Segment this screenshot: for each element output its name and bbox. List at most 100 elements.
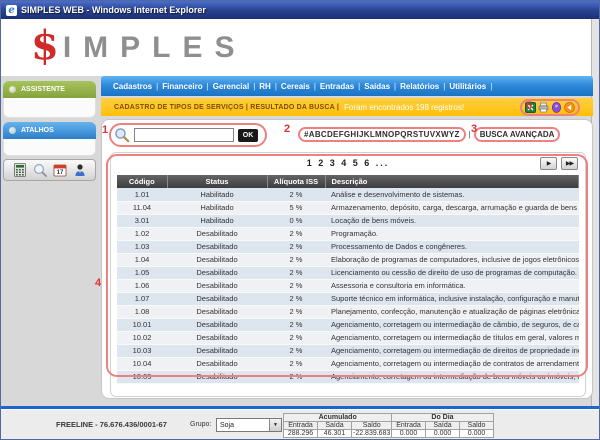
header-status[interactable]: Status: [167, 175, 267, 188]
table-row[interactable]: 10.05Desabilitado2 %Agenciamento, corret…: [117, 370, 579, 383]
calculator-icon[interactable]: [13, 163, 27, 177]
breadcrumb: CADASTRO DE TIPOS DE SERVIÇOS | RESULTAD…: [114, 104, 339, 111]
cell-aliquota: 2 %: [267, 188, 325, 201]
table-row[interactable]: 10.04Desabilitado2 %Agenciamento, corret…: [117, 357, 579, 370]
cell-codigo: 1.05: [117, 266, 167, 279]
cell-status: Habilitado: [167, 188, 267, 201]
cell-status: Desabilitado: [167, 331, 267, 344]
logo-area: $ IMPLES: [1, 19, 593, 76]
cell-descricao: Agenciamento, corretagem ou intermediaçã…: [325, 357, 579, 370]
menu-item-financeiro[interactable]: Financeiro: [162, 82, 202, 91]
sidebar-item-assistente[interactable]: ASSISTENTE: [3, 81, 96, 98]
menu-item-relatórios[interactable]: Relatórios: [400, 82, 439, 91]
menu-separator: |: [394, 82, 396, 91]
cell-aliquota: 2 %: [267, 240, 325, 253]
cell-codigo: 10.04: [117, 357, 167, 370]
bullet-icon: [9, 86, 16, 93]
cell-aliquota: 2 %: [267, 305, 325, 318]
grupo-label: Grupo:: [190, 421, 211, 428]
cell-status: Desabilitado: [167, 227, 267, 240]
alphabet-filter-links[interactable]: #ABCDEFGHIJKLMNOPQRSTUVXWYZ: [298, 127, 466, 142]
cell-status: Desabilitado: [167, 253, 267, 266]
do-dia-header-saida: Saída: [426, 422, 460, 430]
table-row[interactable]: 1.08Desabilitado2 %Planejamento, confecç…: [117, 305, 579, 318]
table-row[interactable]: 10.02Desabilitado2 %Agenciamento, corret…: [117, 331, 579, 344]
browser-window: e SIMPLES WEB - Windows Internet Explore…: [0, 0, 600, 440]
print-icon[interactable]: [538, 102, 549, 113]
cell-descricao: Análise e desenvolvimento de sistemas.: [325, 188, 579, 201]
next-page-button[interactable]: ▶: [540, 157, 557, 170]
advanced-search-link[interactable]: BUSCA AVANÇADA: [474, 127, 561, 142]
cell-descricao: Agenciamento, corretagem ou intermediaçã…: [325, 344, 579, 357]
cell-descricao: Elaboração de programas de computadores,…: [325, 253, 579, 266]
user-icon[interactable]: [73, 163, 87, 177]
title-bar: e SIMPLES WEB - Windows Internet Explore…: [1, 1, 600, 19]
table-row[interactable]: 1.02Desabilitado2 %Programação.: [117, 227, 579, 240]
cell-descricao: Planejamento, confecção, manutenção e at…: [325, 305, 579, 318]
cell-status: Desabilitado: [167, 305, 267, 318]
table-row[interactable]: 1.07Desabilitado2 %Suporte técnico em in…: [117, 292, 579, 305]
menu-separator: |: [156, 82, 158, 91]
table-row[interactable]: 1.05Desabilitado2 %Licenciamento ou cess…: [117, 266, 579, 279]
assistente-panel: [3, 98, 96, 118]
cell-aliquota: 5 %: [267, 201, 325, 214]
sidebar-toolbar: 17: [3, 159, 96, 181]
table-row[interactable]: 11.04Habilitado5 %Armazenamento, depósit…: [117, 201, 579, 214]
cell-aliquota: 2 %: [267, 318, 325, 331]
menu-separator: |: [314, 82, 316, 91]
table-row[interactable]: 10.03Desabilitado2 %Agenciamento, corret…: [117, 344, 579, 357]
cell-aliquota: 2 %: [267, 331, 325, 344]
table-row[interactable]: 1.01Habilitado2 %Análise e desenvolvimen…: [117, 188, 579, 201]
cell-descricao: Locação de bens móveis.: [325, 214, 579, 227]
do-dia-saida-value: 0.000: [426, 430, 460, 438]
cell-descricao: Armazenamento, depósito, carga, descarga…: [325, 201, 579, 214]
cell-descricao: Licenciamento ou cessão de direito de us…: [325, 266, 579, 279]
menu-item-utilitários[interactable]: Utilitários: [449, 82, 486, 91]
cell-aliquota: 2 %: [267, 279, 325, 292]
cell-codigo: 1.03: [117, 240, 167, 253]
help-icon[interactable]: [551, 102, 562, 113]
table-row[interactable]: 1.03Desabilitado2 %Processamento de Dado…: [117, 240, 579, 253]
logo-text: IMPLES: [63, 29, 247, 67]
menu-item-gerencial[interactable]: Gerencial: [213, 82, 249, 91]
search-input[interactable]: [134, 128, 234, 142]
header-descricao[interactable]: Descrição: [325, 175, 579, 188]
cell-descricao: Agenciamento, corretagem ou intermediaçã…: [325, 318, 579, 331]
menu-separator: |: [207, 82, 209, 91]
menu-item-saídas[interactable]: Saídas: [364, 82, 390, 91]
do-dia-title: Do Dia: [392, 414, 494, 422]
do-dia-table: Do Dia Entrada Saída Saldo 0.000 0.000 0…: [391, 413, 494, 438]
svg-text:17: 17: [56, 170, 63, 176]
cell-aliquota: 2 %: [267, 357, 325, 370]
cell-descricao: Agenciamento, corretagem ou intermediaçã…: [325, 370, 579, 383]
grupo-select[interactable]: Soja ▼: [216, 418, 282, 432]
menu-item-rh[interactable]: RH: [259, 82, 271, 91]
cell-aliquota: 2 %: [267, 344, 325, 357]
cell-aliquota: 0 %: [267, 214, 325, 227]
menu-item-cereais[interactable]: Cereais: [281, 82, 310, 91]
table-row[interactable]: 1.04Desabilitado2 %Elaboração de program…: [117, 253, 579, 266]
header-codigo[interactable]: Código: [117, 175, 167, 188]
cell-codigo: 10.03: [117, 344, 167, 357]
table-row[interactable]: 1.06Desabilitado2 %Assessoria e consulto…: [117, 279, 579, 292]
annotation-3: 3: [471, 123, 477, 135]
filter-links: #ABCDEFGHIJKLMNOPQRSTUVXWYZ | BUSCA AVAN…: [298, 127, 560, 142]
sidebar-item-atalhos[interactable]: ATALHOS: [3, 122, 96, 139]
cell-status: Desabilitado: [167, 292, 267, 305]
back-icon[interactable]: [564, 102, 575, 113]
table-row[interactable]: 10.01Desabilitado2 %Agenciamento, corret…: [117, 318, 579, 331]
search-tool-icon[interactable]: [33, 163, 47, 177]
cell-codigo: 1.07: [117, 292, 167, 305]
cell-status: Desabilitado: [167, 370, 267, 383]
menu-item-cadastros[interactable]: Cadastros: [113, 82, 152, 91]
table-row[interactable]: 3.01Habilitado0 %Locação de bens móveis.: [117, 214, 579, 227]
cell-descricao: Programação.: [325, 227, 579, 240]
search-ok-button[interactable]: OK: [238, 129, 258, 142]
last-page-button[interactable]: ▶▶: [561, 157, 578, 170]
cell-status: Habilitado: [167, 214, 267, 227]
header-aliquota-iss[interactable]: Alíquota ISS: [267, 175, 325, 188]
menu-item-entradas[interactable]: Entradas: [320, 82, 354, 91]
calendar-icon[interactable]: 17: [53, 163, 67, 177]
acumulado-header-entrada: Entrada: [284, 422, 318, 430]
pagination-links[interactable]: 1 2 3 4 5 6 ...: [111, 158, 585, 168]
